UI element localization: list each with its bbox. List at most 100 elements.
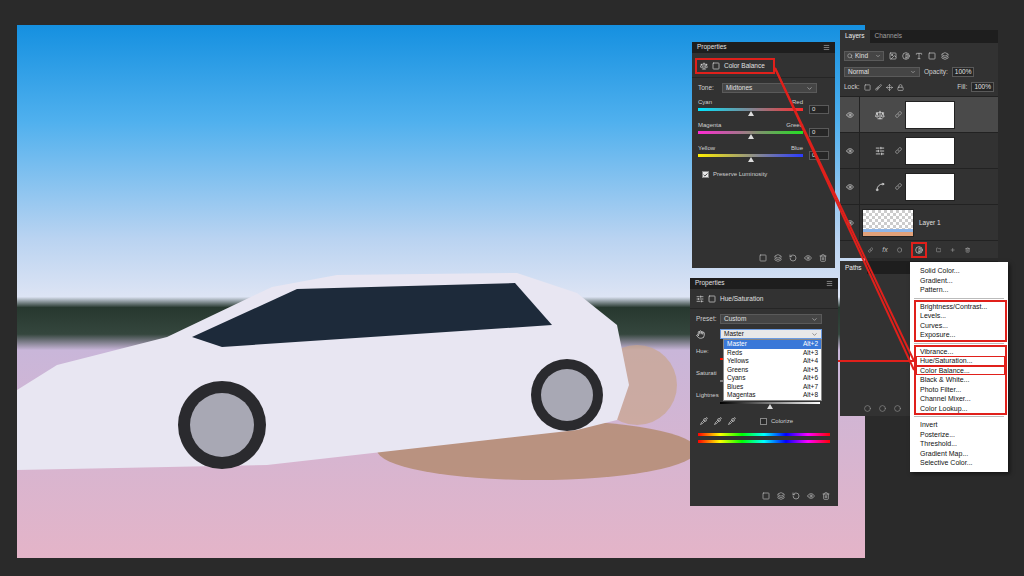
lock-transparency-icon[interactable] bbox=[864, 84, 871, 91]
menu-item[interactable]: Exposure... bbox=[916, 330, 1005, 340]
clip-to-layer-icon[interactable] bbox=[759, 254, 767, 262]
fill-path-icon[interactable] bbox=[864, 405, 871, 412]
slider-thumb[interactable] bbox=[748, 111, 754, 116]
shape-filter-icon[interactable] bbox=[928, 52, 936, 60]
slider-thumb[interactable] bbox=[748, 157, 754, 162]
link-icon[interactable] bbox=[895, 111, 902, 118]
channel-option[interactable]: RedsAlt+3 bbox=[724, 349, 821, 358]
menu-item[interactable]: Black & White... bbox=[916, 375, 1005, 385]
slider-thumb[interactable] bbox=[767, 404, 773, 409]
menu-item[interactable]: Curves... bbox=[916, 321, 1005, 331]
menu-item[interactable]: Gradient Map... bbox=[916, 449, 1005, 459]
adjustment-filter-icon[interactable] bbox=[902, 52, 910, 60]
menu-item[interactable]: Invert bbox=[916, 420, 1005, 430]
link-icon[interactable] bbox=[895, 147, 902, 154]
lock-position-icon[interactable] bbox=[886, 84, 893, 91]
eye-icon[interactable] bbox=[846, 111, 854, 119]
channel-select[interactable]: Master bbox=[720, 329, 822, 339]
view-previous-icon[interactable] bbox=[774, 254, 782, 262]
slider-track[interactable] bbox=[720, 402, 820, 404]
checkbox[interactable] bbox=[702, 171, 709, 178]
opacity-field[interactable]: 100% bbox=[952, 67, 975, 77]
layer-row[interactable] bbox=[840, 132, 998, 168]
link-layers-icon[interactable] bbox=[868, 246, 873, 254]
menu-item[interactable]: Color Lookup... bbox=[916, 404, 1005, 414]
stroke-path-icon[interactable] bbox=[879, 405, 886, 412]
layer-row[interactable] bbox=[840, 96, 998, 132]
view-previous-icon[interactable] bbox=[777, 492, 785, 500]
colorize-option[interactable]: Colorize bbox=[760, 418, 793, 425]
eye-icon[interactable] bbox=[846, 183, 854, 191]
layer-row[interactable]: Layer 1 bbox=[840, 204, 998, 240]
layer-name[interactable]: Layer 1 bbox=[919, 219, 941, 227]
reset-icon[interactable] bbox=[792, 492, 800, 500]
eyedropper-icon[interactable] bbox=[700, 417, 708, 425]
menu-item[interactable]: Solid Color... bbox=[916, 266, 1005, 276]
layer-row[interactable] bbox=[840, 168, 998, 204]
blend-mode-select[interactable]: Normal bbox=[844, 67, 920, 77]
menu-item[interactable]: Hue/Saturation... bbox=[916, 356, 1005, 366]
link-icon[interactable] bbox=[895, 183, 902, 190]
checkbox[interactable] bbox=[760, 418, 767, 425]
new-layer-icon[interactable] bbox=[950, 246, 955, 254]
channel-option[interactable]: MagentasAlt+8 bbox=[724, 391, 821, 400]
slider-track[interactable] bbox=[698, 154, 803, 157]
visibility-icon[interactable] bbox=[807, 492, 815, 500]
channel-option[interactable]: GreensAlt+5 bbox=[724, 366, 821, 375]
fill-field[interactable]: 100% bbox=[971, 82, 994, 92]
slider-thumb[interactable] bbox=[748, 134, 754, 139]
value-field[interactable]: 0 bbox=[809, 128, 829, 137]
value-field[interactable]: 0 bbox=[809, 151, 829, 160]
delete-icon[interactable] bbox=[822, 492, 830, 500]
menu-item[interactable]: Vibrance... bbox=[916, 347, 1005, 357]
mask-icon[interactable] bbox=[708, 295, 716, 303]
panel-tab[interactable]: Layers bbox=[840, 30, 870, 43]
new-adjustment-button[interactable] bbox=[911, 242, 927, 258]
menu-item[interactable]: Threshold... bbox=[916, 439, 1005, 449]
panel-menu-icon[interactable] bbox=[823, 44, 830, 51]
channel-option[interactable]: MasterAlt+2 bbox=[724, 340, 821, 349]
channel-option[interactable]: CyansAlt+6 bbox=[724, 374, 821, 383]
preserve-luminosity[interactable]: Preserve Luminosity bbox=[692, 171, 835, 178]
targeted-adjustment-icon[interactable] bbox=[696, 330, 705, 339]
value-field[interactable]: 0 bbox=[809, 105, 829, 114]
smart-object-filter-icon[interactable] bbox=[941, 52, 949, 60]
menu-item[interactable]: Pattern... bbox=[916, 285, 1005, 295]
fx-button[interactable]: fx bbox=[882, 246, 887, 254]
channel-option[interactable]: BluesAlt+7 bbox=[724, 383, 821, 392]
load-selection-icon[interactable] bbox=[894, 405, 901, 412]
filter-select[interactable]: Kind bbox=[844, 51, 884, 61]
menu-item[interactable]: Photo Filter... bbox=[916, 385, 1005, 395]
menu-item[interactable]: Levels... bbox=[916, 311, 1005, 321]
visibility-icon[interactable] bbox=[804, 254, 812, 262]
new-group-icon[interactable] bbox=[936, 246, 941, 254]
clip-to-layer-icon[interactable] bbox=[762, 492, 770, 500]
menu-item[interactable]: Gradient... bbox=[916, 276, 1005, 286]
mask-icon[interactable] bbox=[712, 62, 720, 70]
menu-item[interactable]: Channel Mixer... bbox=[916, 394, 1005, 404]
preset-select[interactable]: Custom bbox=[720, 314, 822, 324]
menu-item[interactable]: Selective Color... bbox=[916, 458, 1005, 468]
eyedropper-plus-icon[interactable] bbox=[714, 417, 722, 425]
lock-pixels-icon[interactable] bbox=[875, 84, 882, 91]
delete-layer-icon[interactable] bbox=[965, 246, 970, 254]
delete-icon[interactable] bbox=[819, 254, 827, 262]
menu-item[interactable]: Brightness/Contrast... bbox=[916, 302, 1005, 312]
add-mask-icon[interactable] bbox=[897, 246, 902, 254]
slider-track[interactable] bbox=[698, 131, 803, 134]
channel-option[interactable]: YellowsAlt+4 bbox=[724, 357, 821, 366]
eye-icon[interactable] bbox=[846, 219, 854, 227]
reset-icon[interactable] bbox=[789, 254, 797, 262]
pixel-filter-icon[interactable] bbox=[889, 52, 897, 60]
lock-all-icon[interactable] bbox=[897, 84, 904, 91]
eye-icon[interactable] bbox=[846, 147, 854, 155]
slider-track[interactable] bbox=[698, 108, 803, 111]
panel-menu-icon[interactable] bbox=[826, 280, 833, 287]
panel-tab[interactable]: Channels bbox=[870, 30, 907, 43]
menu-item[interactable]: Posterize... bbox=[916, 430, 1005, 440]
type-filter-icon[interactable] bbox=[915, 52, 923, 60]
menu-item[interactable]: Color Balance... bbox=[916, 366, 1005, 376]
eyedropper-minus-icon[interactable] bbox=[728, 417, 736, 425]
panel-tab[interactable]: Paths bbox=[840, 261, 867, 274]
tone-select[interactable]: Midtones bbox=[722, 83, 817, 93]
